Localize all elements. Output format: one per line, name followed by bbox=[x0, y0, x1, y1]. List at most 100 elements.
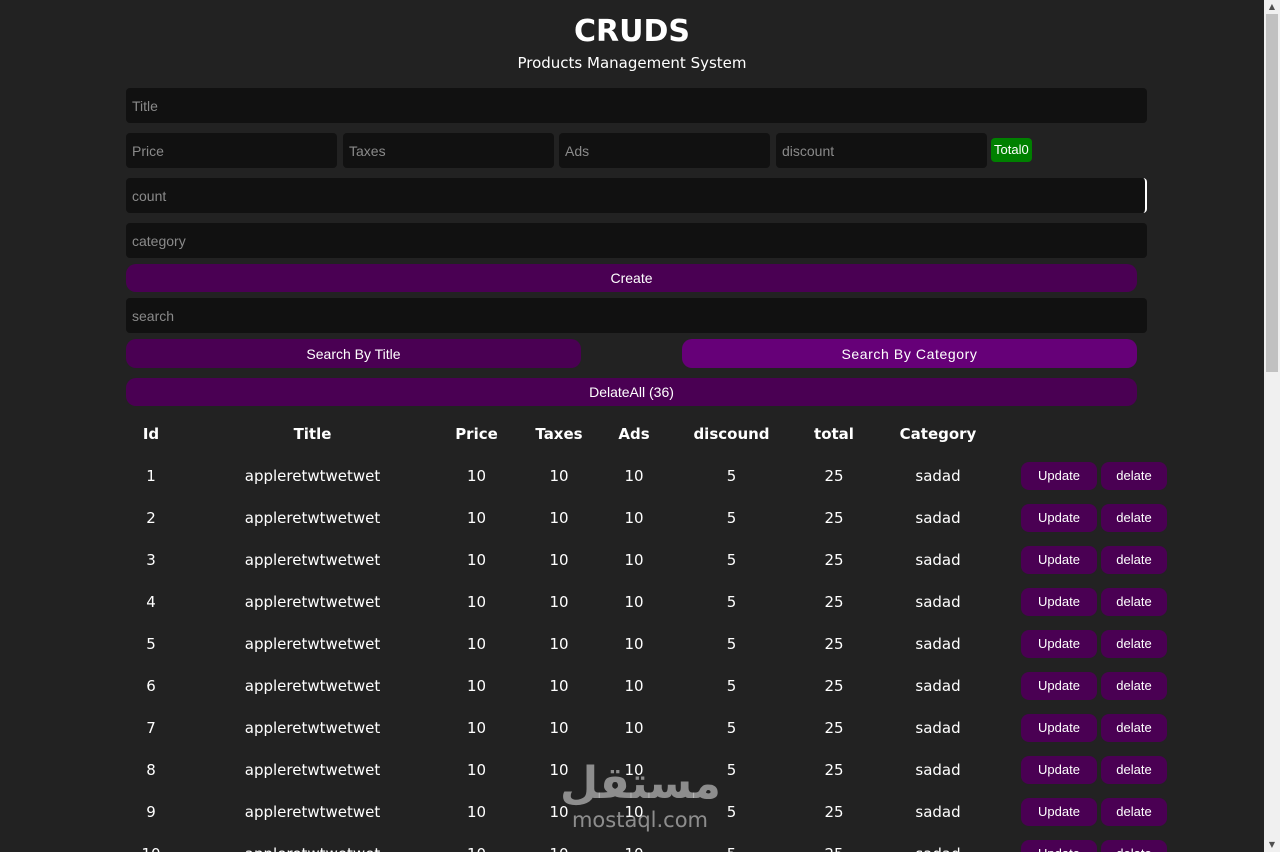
cell-price: 10 bbox=[449, 833, 504, 852]
count-input[interactable] bbox=[126, 178, 1147, 213]
cell-id: 8 bbox=[146, 761, 156, 779]
cell-delete: delate bbox=[1101, 665, 1167, 707]
scrollbar-thumb[interactable] bbox=[1266, 14, 1278, 372]
cell-title: appleretwtwetwet bbox=[244, 467, 381, 485]
delete-all-button[interactable]: DelateAll (36) bbox=[126, 378, 1137, 406]
create-button[interactable]: Create bbox=[126, 264, 1137, 292]
scroll-up-arrow-icon[interactable]: ▲ bbox=[1264, 0, 1280, 14]
update-button[interactable]: Update bbox=[1021, 546, 1097, 574]
cell-delete: delate bbox=[1101, 707, 1167, 749]
table-row: 10 appleretwtwetwet 10 10 10 5 25 sadad … bbox=[126, 833, 1167, 852]
table-row: 2 appleretwtwetwet 10 10 10 5 25 sadad U… bbox=[126, 497, 1167, 539]
table-row: 3 appleretwtwetwet 10 10 10 5 25 sadad U… bbox=[126, 539, 1167, 581]
header-price: Price bbox=[455, 425, 498, 443]
cell-id: 10 bbox=[126, 833, 176, 852]
cell-ads: 10 bbox=[624, 677, 644, 695]
update-button[interactable]: Update bbox=[1021, 714, 1097, 742]
cell-category: sadad bbox=[915, 719, 961, 737]
delete-button[interactable]: delate bbox=[1101, 546, 1167, 574]
cell-id: 4 bbox=[146, 593, 156, 611]
cell-update: Update bbox=[1017, 455, 1101, 497]
cell-update: Update bbox=[1017, 707, 1101, 749]
discount-input[interactable] bbox=[776, 133, 987, 168]
table-row: 7 appleretwtwetwet 10 10 10 5 25 sadad U… bbox=[126, 707, 1167, 749]
cell-discount: 5 bbox=[726, 719, 737, 737]
update-button[interactable]: Update bbox=[1021, 462, 1097, 490]
price-input[interactable] bbox=[126, 133, 337, 168]
cell-update: Update bbox=[1017, 623, 1101, 665]
delete-button[interactable]: delate bbox=[1101, 756, 1167, 784]
cell-category: sadad bbox=[915, 551, 961, 569]
cell-title: appleretwtwetwet bbox=[244, 719, 381, 737]
search-by-title-button[interactable]: Search By Title bbox=[126, 339, 581, 368]
title-input[interactable] bbox=[126, 88, 1147, 123]
taxes-input[interactable] bbox=[343, 133, 554, 168]
cell-update: Update bbox=[1017, 581, 1101, 623]
cell-ads: 10 bbox=[624, 803, 644, 821]
cell-update: Update bbox=[1017, 749, 1101, 791]
cell-category: sadad bbox=[915, 803, 961, 821]
delete-button[interactable]: delate bbox=[1101, 840, 1167, 852]
cell-category: sadad bbox=[915, 467, 961, 485]
cell-category: sadad bbox=[915, 635, 961, 653]
cell-taxes: 10 bbox=[549, 551, 569, 569]
cell-price: 10 bbox=[466, 635, 487, 653]
scroll-down-arrow-icon[interactable]: ▼ bbox=[1264, 838, 1280, 852]
cell-ads: 10 bbox=[624, 467, 644, 485]
search-by-category-button[interactable]: Search By Category bbox=[682, 339, 1137, 368]
table-body: 1 appleretwtwetwet 10 10 10 5 25 sadad U… bbox=[126, 455, 1167, 852]
cell-delete: delate bbox=[1101, 791, 1167, 833]
cell-id: 3 bbox=[146, 551, 156, 569]
cell-id: 5 bbox=[146, 635, 156, 653]
delete-button[interactable]: delate bbox=[1101, 588, 1167, 616]
delete-button[interactable]: delate bbox=[1101, 714, 1167, 742]
cell-total: 25 bbox=[824, 803, 844, 821]
cell-discount: 5 bbox=[726, 551, 737, 569]
delete-button[interactable]: delate bbox=[1101, 798, 1167, 826]
cell-price: 10 bbox=[466, 719, 487, 737]
table-row: 1 appleretwtwetwet 10 10 10 5 25 sadad U… bbox=[126, 455, 1167, 497]
cell-total: 25 bbox=[824, 551, 844, 569]
cell-delete: delate bbox=[1101, 455, 1167, 497]
table-row: 5 appleretwtwetwet 10 10 10 5 25 sadad U… bbox=[126, 623, 1167, 665]
header-id: Id bbox=[142, 425, 160, 443]
cell-title: appleretwtwetwet bbox=[244, 677, 381, 695]
update-button[interactable]: Update bbox=[1021, 840, 1097, 852]
cell-delete: delate bbox=[1101, 623, 1167, 665]
delete-button[interactable]: delate bbox=[1101, 630, 1167, 658]
cell-discount: 5 bbox=[726, 509, 737, 527]
table-row: 6 appleretwtwetwet 10 10 10 5 25 sadad U… bbox=[126, 665, 1167, 707]
cell-title: appleretwtwetwet bbox=[244, 803, 381, 821]
vertical-scrollbar[interactable]: ▲ ▼ bbox=[1264, 0, 1280, 852]
cell-total: 25 bbox=[824, 467, 844, 485]
cell-category: sadad bbox=[915, 761, 961, 779]
cell-id: 6 bbox=[146, 677, 156, 695]
update-button[interactable]: Update bbox=[1021, 630, 1097, 658]
category-input[interactable] bbox=[126, 223, 1147, 258]
delete-button[interactable]: delate bbox=[1101, 462, 1167, 490]
cell-taxes: 10 bbox=[549, 593, 569, 611]
update-button[interactable]: Update bbox=[1021, 756, 1097, 784]
delete-button[interactable]: delate bbox=[1101, 672, 1167, 700]
cell-discount: 5 bbox=[726, 593, 737, 611]
update-button[interactable]: Update bbox=[1021, 672, 1097, 700]
cell-category: sadad bbox=[915, 677, 961, 695]
header-discount: discound bbox=[693, 425, 770, 443]
cell-title: appleretwtwetwet bbox=[244, 593, 381, 611]
update-button[interactable]: Update bbox=[1021, 798, 1097, 826]
update-button[interactable]: Update bbox=[1021, 504, 1097, 532]
cell-total: 25 bbox=[809, 833, 859, 852]
delete-button[interactable]: delate bbox=[1101, 504, 1167, 532]
update-button[interactable]: Update bbox=[1021, 588, 1097, 616]
search-input[interactable] bbox=[126, 298, 1147, 333]
cell-update: Update bbox=[1017, 539, 1101, 581]
cell-update: Update bbox=[1017, 833, 1101, 852]
cell-discount: 5 bbox=[726, 761, 737, 779]
cell-category: sadad bbox=[915, 509, 961, 527]
cell-total: 25 bbox=[824, 677, 844, 695]
cell-id: 2 bbox=[146, 509, 156, 527]
ads-input[interactable] bbox=[559, 133, 770, 168]
cell-taxes: 10 bbox=[549, 719, 569, 737]
cell-price: 10 bbox=[466, 761, 487, 779]
cell-delete: delate bbox=[1101, 581, 1167, 623]
